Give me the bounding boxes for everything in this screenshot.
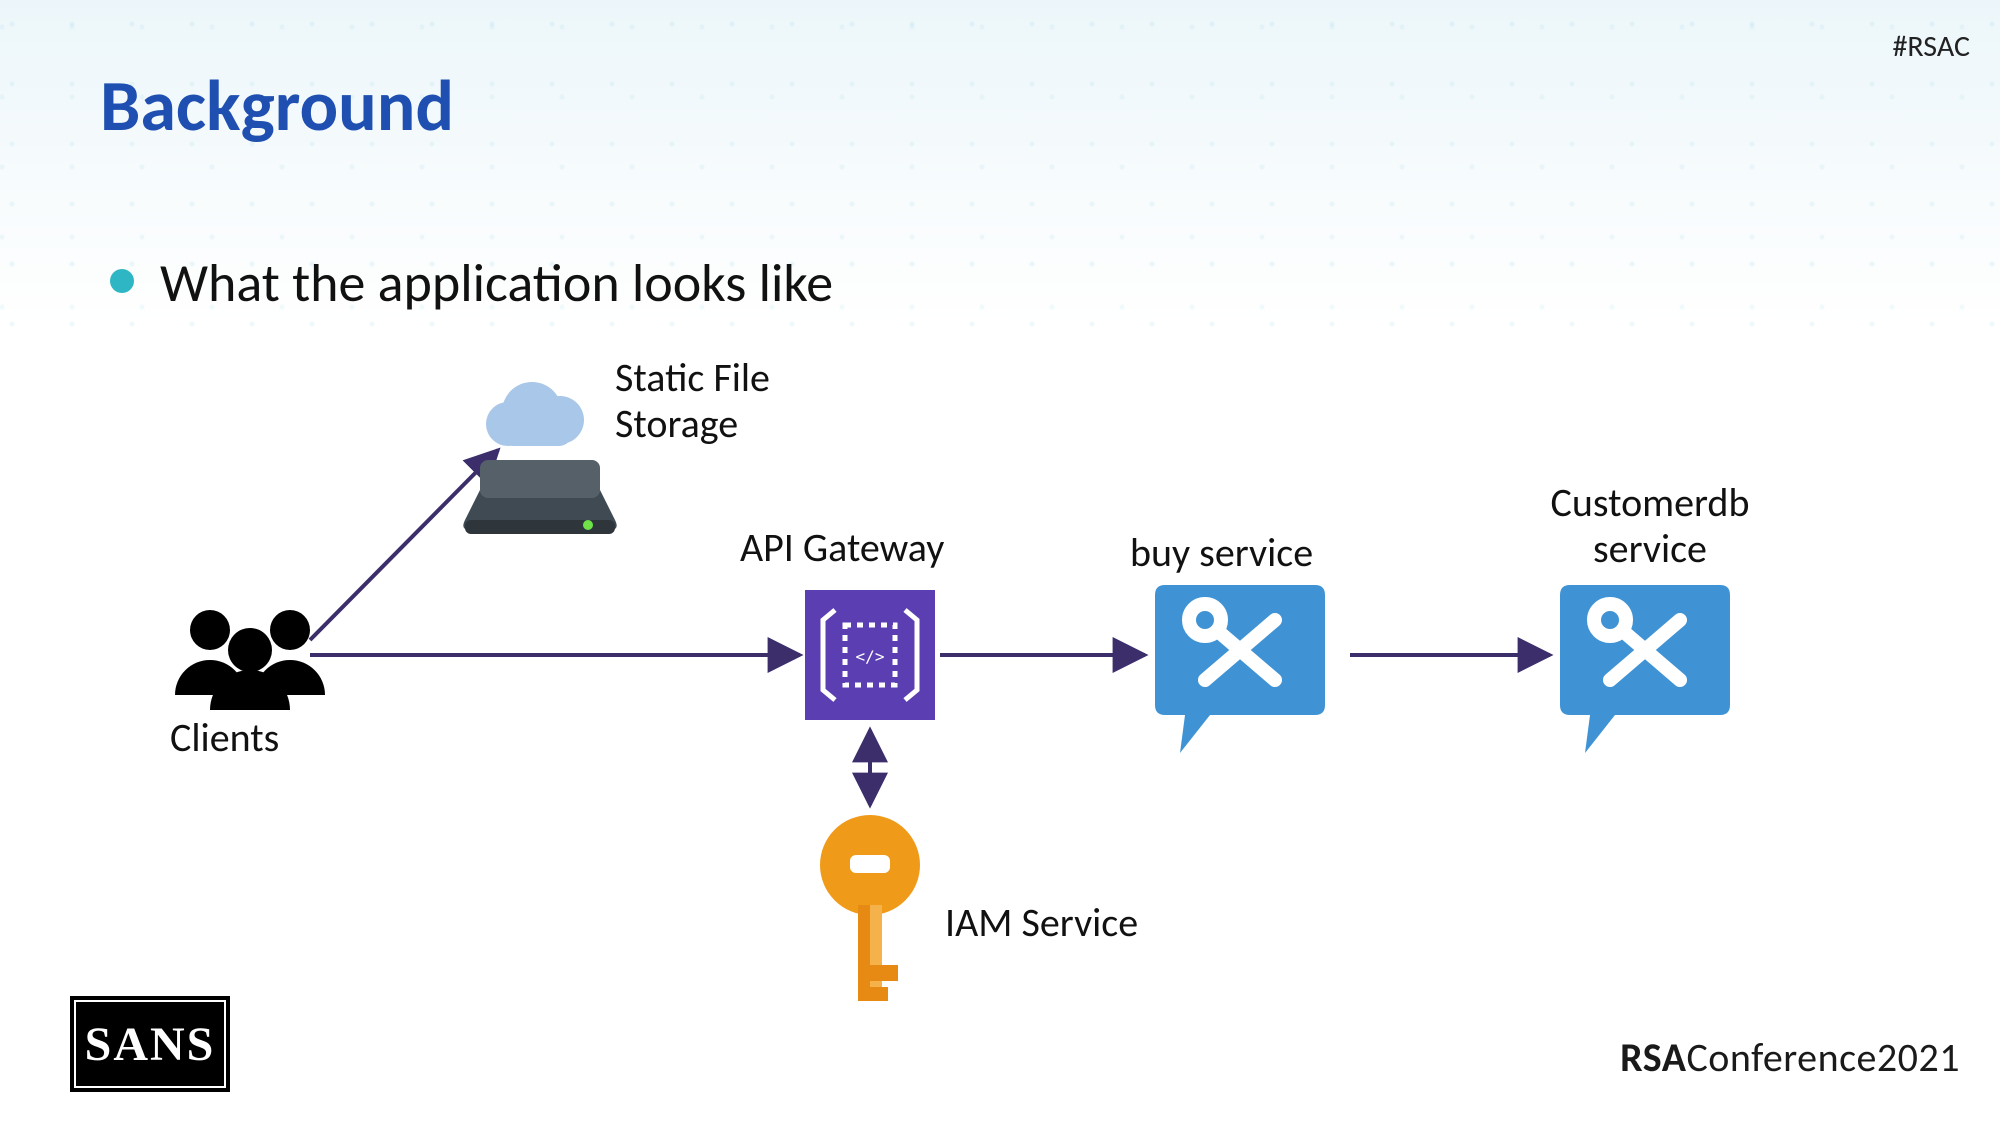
clients-icon (175, 610, 325, 710)
iam-label: IAM Service (945, 900, 1138, 946)
sans-logo: SANS (70, 996, 230, 1092)
customerdb-label-line1: Customerdb (1551, 478, 1750, 527)
api-gateway-label: API Gateway (740, 525, 944, 571)
storage-label-line2: Storage (615, 399, 738, 448)
iam-key-icon (820, 815, 920, 1001)
buy-service-icon (1155, 585, 1325, 753)
rsa-logo-bold: RSA (1620, 1033, 1686, 1082)
edge-clients-storage (310, 450, 498, 640)
rsa-logo-light-b: 2021 (1877, 1033, 1960, 1082)
svg-text:</>: </> (856, 647, 885, 666)
customerdb-label: Customerdb service (1520, 480, 1780, 572)
rsa-logo-light-a: Conference (1686, 1033, 1876, 1082)
storage-label: Static File Storage (615, 355, 770, 447)
storage-icon (463, 382, 616, 534)
customerdb-label-line2: service (1593, 524, 1707, 573)
customerdb-service-icon (1560, 585, 1730, 753)
buy-service-label: buy service (1130, 530, 1313, 576)
storage-label-line1: Static File (615, 353, 770, 402)
rsa-conference-logo: RSAConference2021 (1620, 1033, 1960, 1082)
api-gateway-icon: </> (805, 590, 935, 720)
clients-label: Clients (170, 715, 279, 761)
